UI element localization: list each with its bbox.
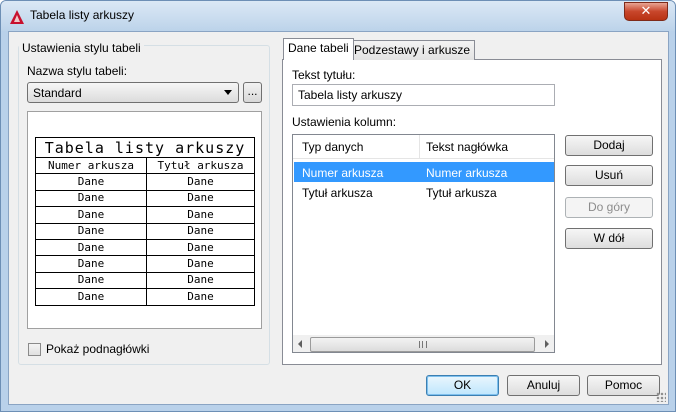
preview-cell: Dane <box>35 206 147 224</box>
style-name-label: Nazwa stylu tabeli: <box>27 64 128 78</box>
list-cell-header: Tytuł arkusza <box>426 186 497 200</box>
column-settings-label: Ustawienia kolumn: <box>292 115 397 129</box>
move-down-button[interactable]: W dół <box>565 228 653 249</box>
tab-label: Podzestawy i arkusze <box>354 43 471 57</box>
autocad-logo-icon <box>10 10 24 24</box>
tab-label: Dane tabeli <box>288 41 349 55</box>
style-name-value: Standard <box>33 86 82 100</box>
cancel-button[interactable]: Anuluj <box>507 375 580 396</box>
preview-cell: Dane <box>146 173 255 191</box>
chevron-down-icon <box>224 90 232 95</box>
scroll-right-icon[interactable] <box>545 340 549 348</box>
resize-grip-icon[interactable] <box>656 392 666 402</box>
preview-header: Tytuł arkusza <box>146 156 255 175</box>
tab-table-data[interactable]: Dane tabeli <box>283 38 354 60</box>
column-settings-list[interactable]: Typ danych Tekst nagłówka Numer arkusza … <box>292 134 555 353</box>
list-cell-header: Numer arkusza <box>426 166 508 180</box>
preview-cell: Dane <box>35 173 147 191</box>
preview-cell: Dane <box>35 238 147 257</box>
preview-cell: Dane <box>146 206 255 224</box>
grip-icon <box>419 341 427 348</box>
preview-cell: Dane <box>146 271 255 290</box>
preview-cell: Dane <box>146 189 255 208</box>
style-name-dropdown[interactable]: Standard <box>27 82 239 103</box>
preview-table: Tabela listy arkuszy Numer arkusza Tytuł… <box>35 137 255 306</box>
preview-cell: Dane <box>35 189 147 208</box>
remove-button[interactable]: Usuń <box>565 165 653 186</box>
window-title: Tabela listy arkuszy <box>30 8 135 22</box>
column-header-header-text[interactable]: Tekst nagłówka <box>426 140 508 154</box>
preview-header: Numer arkusza <box>35 156 147 175</box>
list-cell-type: Numer arkusza <box>302 166 384 180</box>
title-bar[interactable]: Tabela listy arkuszy ✕ <box>1 1 675 31</box>
preview-cell: Dane <box>146 288 255 306</box>
table-style-group-legend: Ustawienia stylu tabeli <box>19 41 144 55</box>
list-cell-type: Tytuł arkusza <box>302 186 373 200</box>
preview-cell: Dane <box>146 222 255 240</box>
browse-style-button[interactable]: ... <box>243 82 262 103</box>
horizontal-scrollbar[interactable] <box>293 335 554 352</box>
help-button[interactable]: Pomoc <box>587 375 660 396</box>
preview-cell: Dane <box>146 255 255 273</box>
column-divider[interactable] <box>419 135 420 159</box>
close-icon: ✕ <box>640 4 652 19</box>
list-item[interactable]: Numer arkusza Numer arkusza <box>294 162 554 182</box>
tab-subsets-and-sheets[interactable]: Podzestawy i arkusze <box>349 40 476 60</box>
preview-cell: Dane <box>146 238 255 257</box>
add-button[interactable]: Dodaj <box>565 135 653 156</box>
close-button[interactable]: ✕ <box>624 2 668 21</box>
dialog-window: Tabela listy arkuszy ✕ Ustawienia stylu … <box>0 0 676 412</box>
preview-cell: Dane <box>35 222 147 240</box>
ok-button[interactable]: OK <box>426 375 499 396</box>
show-subheaders-label[interactable]: Pokaż podnagłówki <box>46 342 149 356</box>
title-text-label: Tekst tytułu: <box>292 68 356 82</box>
column-header-data-type[interactable]: Typ danych <box>302 140 363 154</box>
move-up-button[interactable]: Do góry <box>565 197 653 218</box>
preview-cell: Dane <box>35 255 147 273</box>
preview-title: Tabela listy arkuszy <box>35 137 255 158</box>
preview-cell: Dane <box>35 288 147 306</box>
scroll-thumb[interactable] <box>310 337 535 352</box>
dialog-client: Ustawienia stylu tabeli Nazwa stylu tabe… <box>8 31 669 405</box>
scroll-left-icon[interactable] <box>298 340 302 348</box>
preview-cell: Dane <box>35 271 147 290</box>
table-preview: Tabela listy arkuszy Numer arkusza Tytuł… <box>27 111 262 329</box>
list-item[interactable]: Tytuł arkusza Tytuł arkusza <box>294 182 554 202</box>
show-subheaders-checkbox[interactable] <box>28 343 41 356</box>
list-header: Typ danych Tekst nagłówka <box>293 135 554 159</box>
title-text-input[interactable]: Tabela listy arkuszy <box>292 84 555 106</box>
